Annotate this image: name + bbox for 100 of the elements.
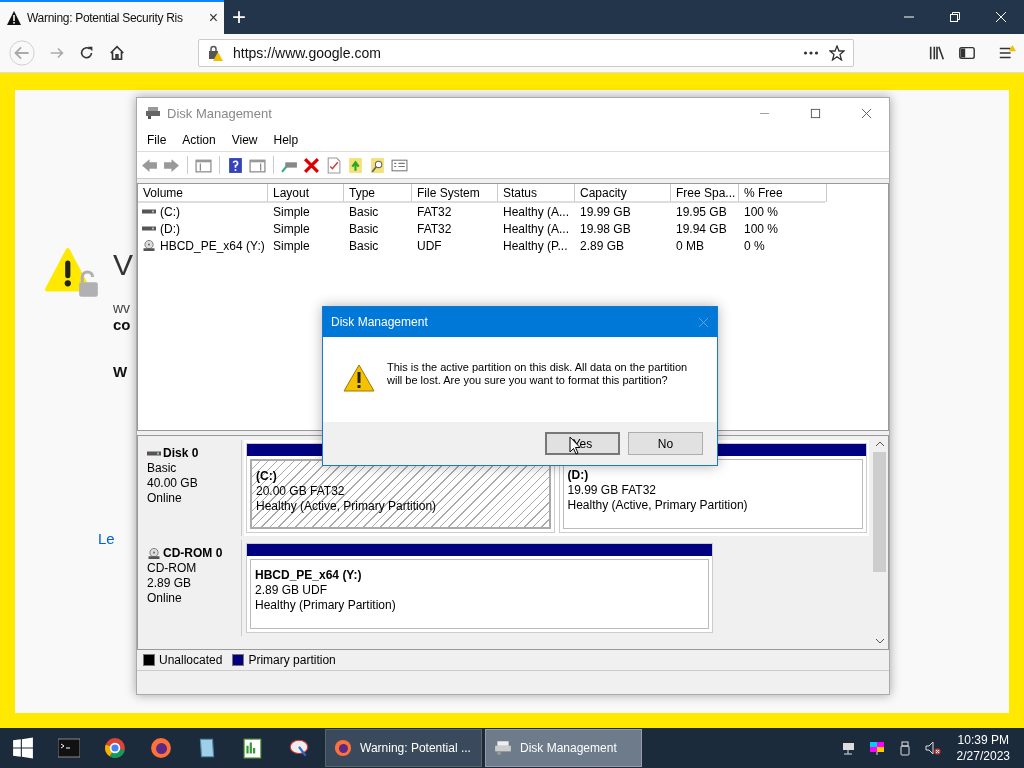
partition-size: 20.00 GB FAT32 (256, 484, 346, 499)
table-cell: (D:) (160, 221, 180, 236)
url-text: https://www.google.com (233, 45, 381, 61)
lock-warning-icon (207, 45, 223, 61)
scrollbar[interactable] (871, 436, 888, 649)
delete-icon[interactable] (303, 156, 320, 174)
window-title: Disk Management (167, 105, 272, 121)
column-header[interactable]: File System (412, 184, 498, 202)
folder-up-icon[interactable] (347, 156, 364, 174)
table-cell: Healthy (A... (503, 204, 570, 219)
maximize-icon[interactable] (810, 107, 821, 119)
table-cell: Basic (349, 204, 379, 219)
table-cell: Simple (273, 221, 310, 236)
partition-status: Healthy (Active, Primary Partition) (567, 498, 749, 513)
page-heading: V (113, 248, 133, 282)
tab-title: Warning: Potential Security Ris (27, 11, 184, 25)
close-tab-button[interactable]: × (208, 9, 218, 27)
warning-icon (6, 10, 22, 26)
table-cell: Basic (349, 221, 379, 236)
partition-status: Healthy (Active, Primary Partition) (256, 499, 438, 514)
restore-icon[interactable] (949, 11, 961, 23)
table-cell: 19.99 GB (580, 204, 631, 219)
table-cell: 100 % (744, 221, 779, 236)
taskbar-task[interactable]: Disk Management (485, 729, 642, 767)
table-cell: FAT32 (417, 221, 452, 236)
disk-name: Disk 0 (163, 446, 199, 461)
table-cell: UDF (417, 238, 442, 253)
table-cell: (C:) (160, 204, 180, 219)
table-cell: 19.94 GB (676, 221, 727, 236)
firefox-icon (334, 739, 352, 757)
table-cell: 19.98 GB (580, 221, 631, 236)
page-subheading: W (113, 363, 128, 380)
color-display-icon[interactable] (868, 740, 885, 756)
column-header[interactable]: Type (344, 184, 412, 202)
clock-date[interactable]: 2/27/2023 (956, 748, 1010, 764)
legend-label: Unallocated (159, 653, 223, 667)
partition[interactable]: HBCD_PE_x64 (Y:) 2.89 GB UDF Healthy (Primary Partition) (246, 543, 713, 633)
library-icon[interactable] (928, 44, 946, 62)
checklist-icon[interactable] (325, 156, 342, 174)
page-text: wv (113, 300, 131, 316)
cd-drive-icon (142, 240, 156, 251)
table-cell: Healthy (A... (503, 221, 570, 236)
browser-tab[interactable]: Warning: Potential Security Ris × (0, 0, 224, 34)
folder-search-icon[interactable] (369, 156, 386, 174)
dialog-title: Disk Management (331, 315, 429, 329)
column-header[interactable]: Layout (268, 184, 344, 202)
table-cell: Simple (273, 204, 310, 219)
column-header[interactable]: Volume (138, 184, 268, 202)
new-tab-button[interactable]: + (224, 0, 254, 34)
back-arrow-icon[interactable] (141, 156, 158, 174)
column-header[interactable]: % Free (739, 184, 827, 202)
partition-label: (D:) (567, 468, 590, 483)
table-cell: 100 % (744, 204, 779, 219)
disk-type: CD-ROM (147, 561, 198, 576)
close-icon[interactable] (861, 107, 872, 119)
disk-size: 2.89 GB (147, 576, 193, 591)
menu-item[interactable]: Action (174, 132, 224, 147)
table-cell: Basic (349, 238, 379, 253)
table-cell: Simple (273, 238, 310, 253)
star-icon[interactable] (829, 45, 845, 61)
table-cell: 2.89 GB (580, 238, 625, 253)
cd-drive-icon (147, 548, 161, 559)
disk-management-icon (145, 105, 161, 121)
learn-link[interactable]: Le (98, 530, 115, 547)
address-bar[interactable]: https://www.google.com (198, 39, 854, 67)
disk-size: 40.00 GB (147, 476, 199, 491)
taskbar-task[interactable]: Warning: Potential ... (325, 729, 482, 767)
menu-item[interactable]: View (223, 132, 266, 147)
help-icon[interactable] (227, 156, 244, 174)
partition-status: Healthy (Primary Partition) (255, 598, 397, 613)
table-cell: 0 % (744, 238, 765, 253)
table-cell: HBCD_PE_x64 (Y:) (160, 238, 265, 253)
scroll-up-icon[interactable] (874, 441, 885, 447)
partition-size: 19.99 GB FAT32 (567, 483, 657, 498)
partition-label: (C:) (256, 469, 278, 484)
page-text: co (113, 316, 131, 333)
dialog-message: This is the active partition on this disk. All data on the partition will be lost. Are you sure you want to format this partition? (387, 361, 689, 387)
disk-status: Online (147, 591, 183, 606)
column-header[interactable]: Free Spa... (671, 184, 739, 202)
dialog-button[interactable]: No (628, 432, 703, 455)
disk-management-icon (494, 739, 512, 757)
column-header[interactable]: Status (498, 184, 575, 202)
network-icon[interactable] (840, 740, 857, 756)
table-cell: 0 MB (676, 238, 704, 253)
partition-size: 2.89 GB UDF (255, 583, 329, 598)
column-header[interactable]: Capacity (575, 184, 671, 202)
muted-speaker-icon[interactable] (924, 740, 941, 756)
table-cell: FAT32 (417, 204, 452, 219)
disk-name: CD-ROM 0 (163, 546, 223, 561)
menu-item[interactable]: Help (265, 132, 307, 147)
menu-item[interactable]: File (139, 132, 175, 147)
disk-status: Online (147, 491, 183, 506)
disk-type: Basic (147, 461, 178, 476)
home-icon[interactable] (108, 44, 126, 62)
clock-time[interactable]: 10:39 PM (957, 732, 1009, 748)
scroll-down-icon[interactable] (874, 638, 885, 644)
legend-label: Primary partition (248, 653, 336, 667)
table-cell: 19.95 GB (676, 204, 727, 219)
sidebar-icon[interactable] (958, 44, 976, 62)
table-cell: Healthy (P... (503, 238, 568, 253)
